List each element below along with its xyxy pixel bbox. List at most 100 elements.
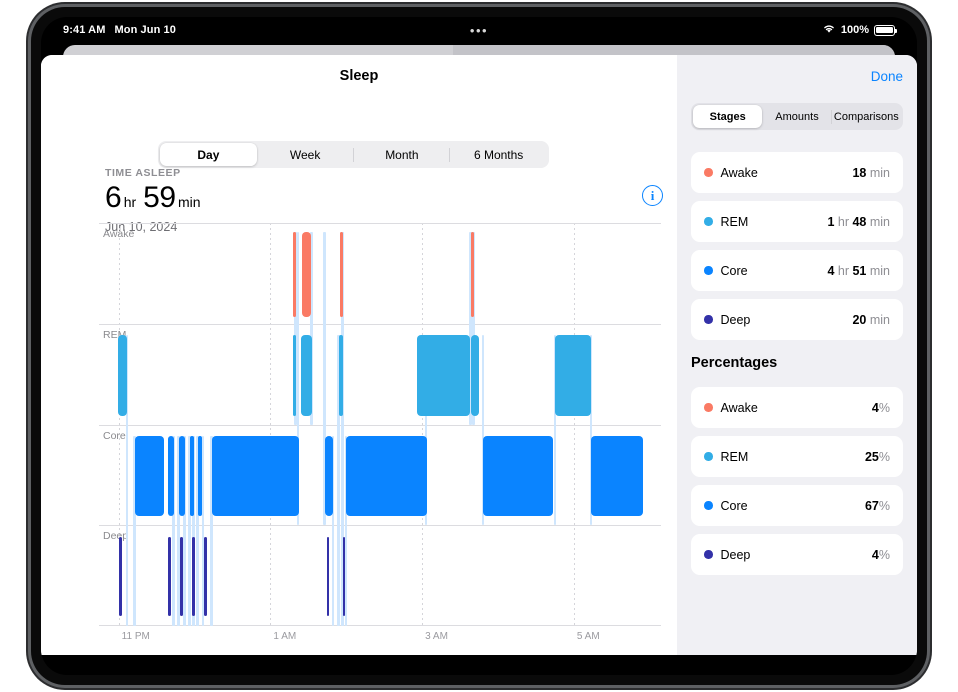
stage-color-dot-icon	[704, 550, 713, 559]
chart-bar-awake	[292, 232, 296, 317]
tab-day-label: Day	[197, 147, 220, 162]
chart-bar-awake	[471, 232, 474, 317]
summary-minutes-unit: min	[178, 194, 201, 210]
battery-fill	[876, 26, 893, 34]
summary-hours-unit: hr	[123, 194, 137, 210]
chart-bar-deep	[342, 537, 346, 616]
tab-month[interactable]: Month	[354, 143, 451, 166]
page-title: Sleep	[339, 68, 379, 84]
info-icon[interactable]: i	[642, 185, 663, 206]
chart-plot-area: Awake REM Core Deep	[99, 223, 661, 626]
sidebar-segmented-control[interactable]: Stages Amounts Comparisons	[691, 103, 903, 130]
status-bar: 9:41 AM Mon Jun 10 ••• 100%	[41, 17, 917, 43]
percentage-card-deep[interactable]: Deep 4%	[691, 534, 903, 575]
stage-color-dot-icon	[704, 403, 713, 412]
status-bar-right: 100%	[822, 17, 898, 43]
percentage-card-value: 4%	[871, 400, 890, 415]
chart-bar-core	[591, 435, 643, 517]
status-bar-center: •••	[41, 17, 917, 43]
tab-amounts[interactable]: Amounts	[762, 105, 832, 128]
tab-stages[interactable]: Stages	[693, 105, 763, 128]
percentage-card-awake[interactable]: Awake 4%	[691, 387, 903, 428]
tab-amounts-label: Amounts	[775, 110, 819, 123]
stage-card-label: Deep	[720, 312, 751, 327]
chart-band-label-awake: Awake	[103, 228, 135, 240]
home-indicator	[360, 658, 598, 663]
stage-card-label: REM	[720, 214, 749, 229]
percentage-card-value: 67%	[864, 498, 890, 513]
navigation-bar: Sleep	[41, 55, 677, 99]
percentage-card-label: Awake	[720, 400, 758, 415]
summary-label: TIME ASLEEP	[105, 167, 181, 179]
ipad-device-frame: 9:41 AM Mon Jun 10 ••• 100% Sleep Day We…	[31, 7, 927, 685]
chart-bar-core	[197, 435, 202, 517]
chart-bar-core	[167, 435, 174, 517]
content-pane: Sleep Day Week Month 6 Months TIME ASLEE…	[41, 55, 677, 655]
tab-6-months[interactable]: 6 Months	[450, 143, 547, 166]
chart-bar-awake	[302, 232, 311, 317]
chart-bar-rem	[118, 334, 128, 416]
chart-bar-rem	[471, 334, 479, 416]
tab-comparisons[interactable]: Comparisons	[832, 105, 901, 128]
chart-band-separator	[99, 424, 661, 426]
stage-card-deep[interactable]: Deep 20 min	[691, 299, 903, 340]
chart-bar-deep	[326, 537, 329, 616]
battery-percent-label: 100%	[840, 24, 869, 36]
sleep-stats-sidebar: Done Stages Amounts Comparisons Awake 18…	[677, 55, 917, 655]
stage-color-dot-icon	[704, 266, 713, 275]
chart-bar-deep	[168, 537, 172, 616]
stage-color-dot-icon	[704, 315, 713, 324]
stage-card-awake[interactable]: Awake 18 min	[691, 152, 903, 193]
stage-card-value: 4 hr 51 min	[827, 263, 890, 278]
period-segmented-control[interactable]: Day Week Month 6 Months	[158, 141, 549, 168]
chart-x-tick-label: 5 AM	[576, 631, 600, 642]
percentage-card-label: Core	[720, 498, 748, 513]
chart-bar-core	[483, 435, 554, 517]
chart-bar-deep	[119, 537, 122, 616]
stage-color-dot-icon	[704, 217, 713, 226]
summary-hours: 6	[105, 181, 122, 214]
chart-bar-rem	[292, 334, 296, 416]
chart-bar-deep	[191, 537, 196, 616]
dynamic-island-dots-icon: •••	[469, 22, 489, 38]
summary-value: 6 hr 59 min	[105, 183, 208, 213]
chart-bar-core	[134, 435, 165, 517]
chart-bar-deep	[203, 537, 207, 616]
wifi-icon	[822, 23, 836, 37]
percentages-heading: Percentages	[691, 355, 778, 371]
chart-x-tick-label: 11 PM	[121, 631, 150, 642]
tab-6-months-label: 6 Months	[473, 147, 524, 162]
chart-band-separator	[99, 223, 661, 224]
chart-bar-core	[324, 435, 334, 517]
stage-color-dot-icon	[704, 168, 713, 177]
stage-color-dot-icon	[704, 452, 713, 461]
chart-bar-rem	[338, 334, 343, 416]
chart-bar-core	[346, 435, 427, 517]
tab-day[interactable]: Day	[160, 143, 257, 166]
percentage-card-value: 25%	[864, 449, 890, 464]
tab-comparisons-label: Comparisons	[833, 110, 899, 123]
chart-band-label-core: Core	[103, 429, 126, 442]
stage-card-label: Core	[720, 263, 748, 278]
summary-minutes: 59	[143, 181, 176, 214]
percentage-card-rem[interactable]: REM 25%	[691, 436, 903, 477]
stage-card-core[interactable]: Core 4 hr 51 min	[691, 250, 903, 291]
chart-x-tick-label: 1 AM	[273, 631, 297, 642]
chart-bar-rem	[555, 334, 592, 416]
chart-band-separator	[99, 323, 661, 325]
tab-week[interactable]: Week	[257, 143, 354, 166]
tab-stages-label: Stages	[709, 110, 746, 123]
chart-bar-core	[178, 435, 185, 517]
chart-band-label-deep: Deep	[103, 530, 129, 543]
chart-bar-deep	[179, 537, 184, 616]
stage-card-value: 20 min	[852, 312, 890, 327]
tab-month-label: Month	[385, 147, 419, 162]
done-button[interactable]: Done	[871, 69, 903, 84]
stage-color-dot-icon	[704, 501, 713, 510]
stage-card-rem[interactable]: REM 1 hr 48 min	[691, 201, 903, 242]
percentage-card-core[interactable]: Core 67%	[691, 485, 903, 526]
percentage-card-label: Deep	[720, 547, 751, 562]
chart-x-axis: 11 PM 1 AM 3 AM 5 AM	[99, 626, 661, 652]
stage-card-value: 18 min	[852, 165, 890, 180]
chart-bar-awake	[339, 232, 343, 317]
